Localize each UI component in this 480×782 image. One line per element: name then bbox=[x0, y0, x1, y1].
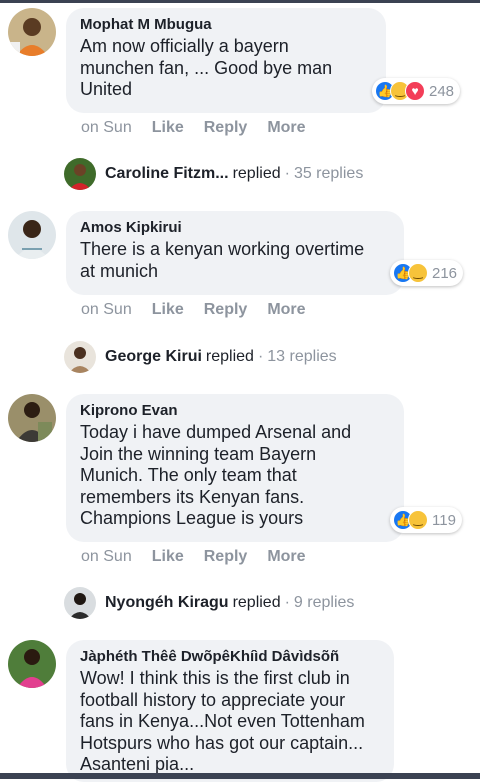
comment-bubble: Jàphéth Thêê DwõpêKhíìd Dâvìdsõñ Wow! I … bbox=[66, 640, 394, 782]
more-button[interactable]: More bbox=[267, 301, 305, 319]
separator-dot: · bbox=[284, 165, 290, 182]
avatar bbox=[64, 587, 96, 619]
comment-actions: on Sun Like Reply More bbox=[81, 301, 326, 319]
avatar[interactable] bbox=[8, 8, 56, 56]
more-button[interactable]: More bbox=[267, 548, 305, 566]
reaction-count: 248 bbox=[429, 82, 455, 100]
reaction-summary[interactable]: 👍 ‿ 119 bbox=[390, 507, 462, 533]
comment-author[interactable]: Mophat M Mbugua bbox=[80, 15, 372, 34]
avatar[interactable] bbox=[8, 640, 56, 688]
comment-line: Today i have dumped Arsenal and bbox=[80, 422, 352, 442]
haha-icon: ‿ bbox=[408, 263, 428, 283]
comment-line: Hotspurs who has got our captain... bbox=[80, 732, 364, 753]
separator-dot: · bbox=[257, 348, 264, 365]
like-button[interactable]: Like bbox=[152, 301, 184, 319]
view-replies[interactable]: George Kirui replied · 13 replies bbox=[64, 341, 337, 373]
reply-button[interactable]: Reply bbox=[204, 301, 248, 319]
comment-line: at munich bbox=[80, 260, 159, 281]
comment-text: Today i have dumped Arsenal and Join the… bbox=[80, 422, 390, 530]
comment-time[interactable]: on Sun bbox=[81, 301, 132, 319]
reply-count: 35 replies bbox=[293, 165, 364, 182]
avatar[interactable] bbox=[8, 394, 56, 442]
more-button[interactable]: More bbox=[267, 119, 305, 137]
top-edge-bar bbox=[0, 0, 480, 3]
comment-time[interactable]: on Sun bbox=[81, 119, 132, 137]
reply-verb: replied bbox=[232, 165, 281, 182]
view-replies[interactable]: Nyongéh Kiragu replied · 9 replies bbox=[64, 587, 354, 619]
comment-line: Munich. The only team that bbox=[80, 465, 297, 485]
comment-text: There is a kenyan working overtime at mu… bbox=[80, 239, 390, 282]
reply-count: 13 replies bbox=[267, 348, 337, 365]
comment-line: fans in Kenya...Not even Tottenham bbox=[80, 711, 365, 731]
reaction-summary[interactable]: 👍 ‿ 216 bbox=[390, 260, 464, 286]
reply-button[interactable]: Reply bbox=[204, 548, 248, 566]
reaction-count: 216 bbox=[432, 264, 458, 282]
reply-button[interactable]: Reply bbox=[204, 119, 248, 137]
reply-author: Nyongéh Kiragu bbox=[105, 594, 229, 611]
view-replies[interactable]: Caroline Fitzm... replied · 35 replies bbox=[64, 158, 363, 190]
comment-line: Wow! I think this is the first club in bbox=[80, 668, 350, 688]
reply-count: 9 replies bbox=[293, 594, 355, 611]
comment-author[interactable]: Amos Kipkirui bbox=[80, 218, 390, 237]
comment-author[interactable]: Kiprono Evan bbox=[80, 401, 390, 420]
comment-text: Am now officially a bayern munchen fan, … bbox=[80, 36, 372, 101]
comment-actions: on Sun Like Reply More bbox=[81, 119, 326, 137]
comment-bubble: Mophat M Mbugua Am now officially a baye… bbox=[66, 8, 386, 113]
comment-line: Champions League is yours bbox=[80, 508, 304, 528]
reaction-count: 119 bbox=[432, 511, 456, 529]
like-button[interactable]: Like bbox=[152, 119, 184, 137]
comment-line: United bbox=[80, 79, 133, 99]
comment-line: Join the winning team Bayern bbox=[80, 443, 317, 464]
love-icon: ♥ bbox=[405, 81, 425, 101]
bottom-edge-bar bbox=[0, 773, 480, 779]
comment-author[interactable]: Jàphéth Thêê DwõpêKhíìd Dâvìdsõñ bbox=[80, 647, 380, 666]
comment-actions: on Sun Like Reply More bbox=[81, 548, 326, 566]
reply-verb: replied bbox=[232, 594, 281, 611]
reply-author: Caroline Fitzm... bbox=[105, 165, 229, 182]
comment-line: football history to appreciate your bbox=[80, 689, 346, 710]
comment-text: Wow! I think this is the first club in f… bbox=[80, 668, 380, 776]
comment-time[interactable]: on Sun bbox=[81, 548, 132, 566]
reply-verb: replied bbox=[205, 348, 254, 365]
comment-line: remembers its Kenyan fans. bbox=[80, 486, 305, 507]
comment-line: There is a kenyan working overtime bbox=[80, 239, 365, 259]
comment-line: munchen fan, ... Good bye man bbox=[80, 57, 333, 78]
avatar bbox=[64, 341, 96, 373]
avatar bbox=[64, 158, 96, 190]
haha-icon: ‿ bbox=[408, 510, 428, 530]
comment-bubble: Kiprono Evan Today i have dumped Arsenal… bbox=[66, 394, 404, 542]
like-button[interactable]: Like bbox=[152, 548, 184, 566]
reply-author: George Kirui bbox=[105, 348, 202, 365]
comment-line: Am now officially a bayern bbox=[80, 36, 289, 56]
avatar[interactable] bbox=[8, 211, 56, 259]
comment-bubble: Amos Kipkirui There is a kenyan working … bbox=[66, 211, 404, 295]
separator-dot: · bbox=[284, 594, 290, 611]
reaction-summary[interactable]: 👍 ‿ ♥ 248 bbox=[372, 78, 461, 104]
